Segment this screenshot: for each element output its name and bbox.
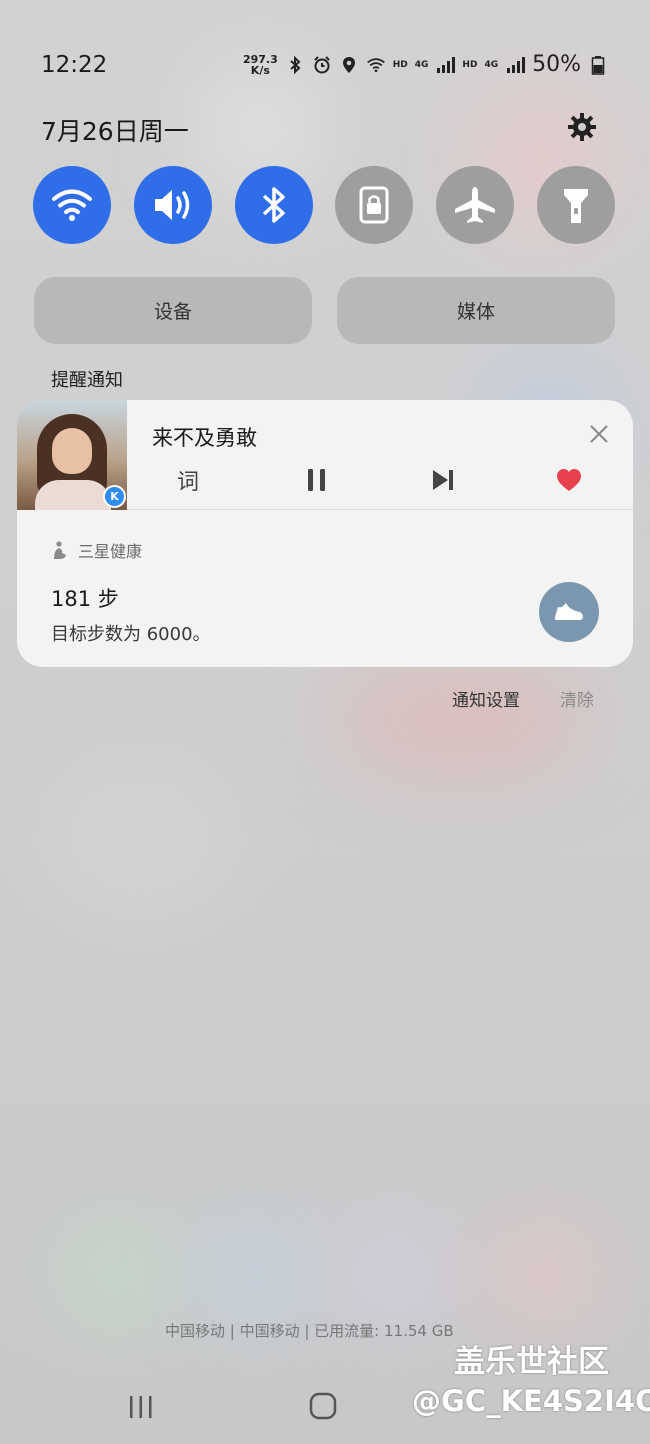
- date-label: 7月26日周一: [41, 117, 189, 146]
- heart-icon: [557, 469, 581, 491]
- steps-button[interactable]: [539, 582, 599, 642]
- next-button[interactable]: [430, 466, 456, 494]
- step-goal: 目标步数为 6000。: [51, 624, 211, 645]
- card-divider: [127, 509, 633, 510]
- home-icon[interactable]: [309, 1392, 337, 1420]
- media-button[interactable]: 媒体: [337, 277, 615, 344]
- health-app-name: 三星健康: [78, 542, 143, 561]
- pause-button[interactable]: [305, 466, 329, 494]
- signal-icon: [437, 56, 456, 73]
- battery-percent: 50%: [532, 52, 581, 77]
- battery-icon: [591, 55, 605, 75]
- shoe-icon: [554, 603, 583, 620]
- samsung-health-icon: [54, 541, 66, 559]
- close-icon[interactable]: [587, 422, 611, 446]
- signal-icon-2: [507, 56, 526, 73]
- wifi-icon: [52, 189, 92, 221]
- flashlight-icon: [563, 189, 588, 223]
- hd-tag-2: HD: [462, 59, 478, 70]
- bluetooth-icon: [262, 187, 285, 223]
- clock: 12:22: [41, 52, 108, 78]
- alarm-icon: [314, 55, 330, 73]
- devices-button[interactable]: 设备: [34, 277, 312, 344]
- like-button[interactable]: [555, 466, 583, 494]
- notification-card: K 来不及勇敢 词 三星健康 181 步 目标步数为 6000。: [17, 400, 633, 667]
- bluetooth-toggle[interactable]: [234, 166, 313, 244]
- lyrics-button[interactable]: 词: [177, 466, 199, 495]
- 4g-tag-2: 4G: [484, 59, 499, 70]
- speaker-icon: [154, 190, 190, 220]
- rotation-lock-toggle[interactable]: [335, 166, 414, 244]
- airplane-icon: [455, 187, 496, 223]
- 4g-tag: 4G: [414, 59, 429, 70]
- sound-toggle[interactable]: [133, 166, 212, 244]
- watermark-title: 盖乐世社区: [454, 1344, 609, 1380]
- flashlight-toggle[interactable]: [536, 166, 615, 244]
- hd-tag: HD: [392, 59, 408, 70]
- wifi-status-icon: [366, 57, 385, 72]
- quick-settings-row: [33, 166, 615, 246]
- step-count: 181 步: [51, 587, 119, 611]
- location-icon: [342, 56, 355, 73]
- carrier-info: 中国移动 | 中国移动 | 已用流量: 11.54 GB: [165, 1322, 454, 1340]
- skip-next-icon: [433, 470, 453, 490]
- recent-apps-icon[interactable]: [128, 1394, 154, 1420]
- album-art[interactable]: K: [17, 400, 127, 510]
- notification-settings-button[interactable]: 通知设置: [452, 686, 520, 711]
- pause-icon: [308, 469, 325, 491]
- watermark-handle: @GC_KE4S2I4O: [412, 1384, 650, 1418]
- network-speed: 297.3 K/s: [242, 52, 278, 77]
- wifi-toggle[interactable]: [33, 166, 111, 244]
- lock-icon: [359, 186, 389, 224]
- song-title: 来不及勇敢: [152, 426, 257, 450]
- clear-button[interactable]: 清除: [560, 686, 594, 711]
- status-bar: 12:22 297.3 K/s HD 4G HD 4G 50%: [0, 0, 650, 110]
- kugou-app-icon: K: [103, 485, 126, 508]
- health-app-header: 三星健康: [50, 538, 142, 562]
- bluetooth-status-icon: [290, 55, 301, 74]
- status-icons: 297.3 K/s HD 4G HD 4G 50%: [243, 52, 608, 77]
- section-title: 提醒通知: [51, 370, 123, 391]
- settings-gear-icon[interactable]: [566, 111, 598, 143]
- airplane-toggle[interactable]: [436, 166, 515, 244]
